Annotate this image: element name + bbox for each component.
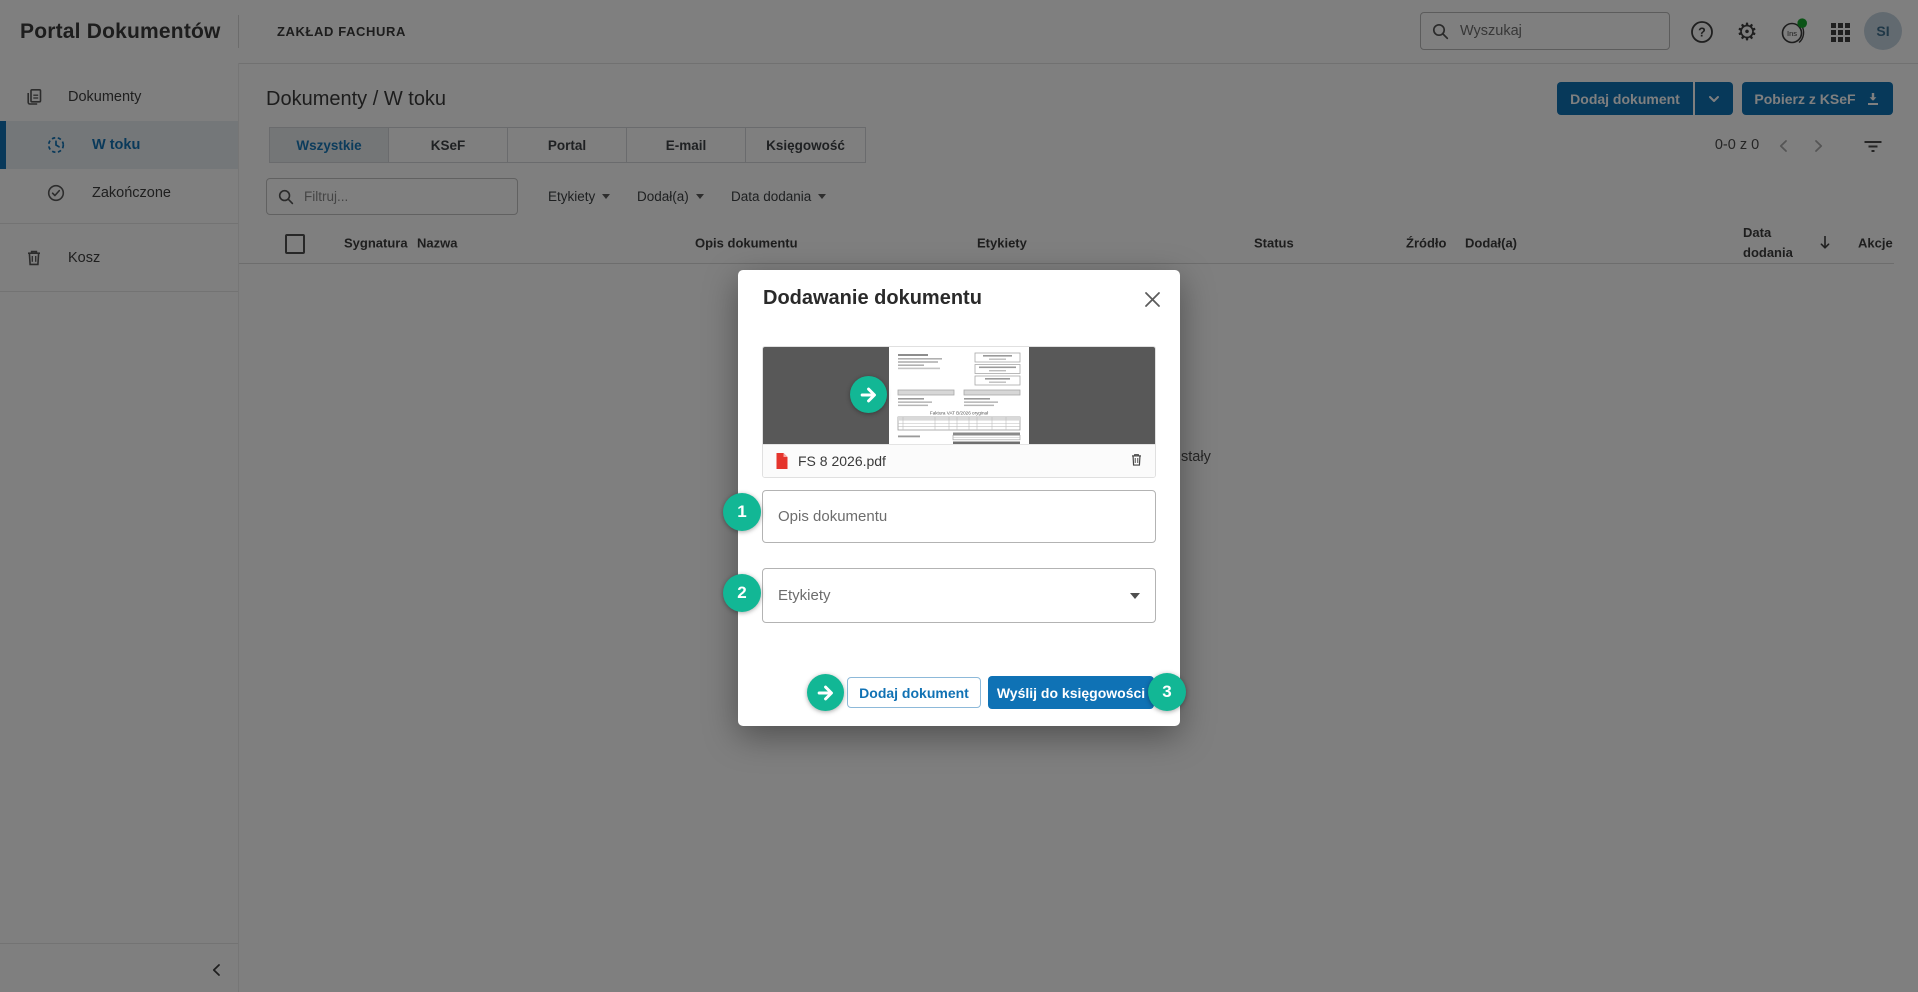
modal-title: Dodawanie dokumentu bbox=[763, 287, 982, 310]
document-preview: Faktura VAT B/2026 oryginał bbox=[762, 346, 1156, 478]
arrow-right-icon bbox=[815, 682, 837, 704]
close-icon bbox=[1144, 291, 1161, 308]
step-arrow-icon bbox=[807, 674, 844, 711]
file-row: FS 8 2026.pdf bbox=[763, 444, 1155, 477]
caret-down-icon bbox=[1130, 593, 1140, 599]
preview-canvas: Faktura VAT B/2026 oryginał bbox=[763, 347, 1155, 444]
file-name: FS 8 2026.pdf bbox=[798, 453, 1120, 469]
close-button[interactable] bbox=[1143, 290, 1161, 308]
labels-select[interactable]: Etykiety bbox=[762, 568, 1156, 623]
app-window: Portal Dokumentów ZAKŁAD FACHURA ? Ins bbox=[0, 0, 1918, 992]
arrow-right-icon bbox=[858, 384, 880, 406]
modal-add-document-button[interactable]: Dodaj dokument bbox=[847, 677, 981, 708]
delete-file-button[interactable] bbox=[1129, 451, 1144, 471]
pdf-icon bbox=[774, 452, 789, 470]
trash-icon bbox=[1129, 451, 1144, 468]
invoice-thumbnail: Faktura VAT B/2026 oryginał bbox=[889, 347, 1029, 444]
send-to-accounting-button[interactable]: Wyślij do księgowości bbox=[988, 676, 1154, 709]
add-document-modal: Dodawanie dokumentu bbox=[738, 270, 1180, 726]
step-badge-2: 2 bbox=[723, 574, 761, 612]
svg-text:Faktura VAT B/2026 oryginał: Faktura VAT B/2026 oryginał bbox=[930, 411, 988, 416]
description-input[interactable] bbox=[762, 490, 1156, 543]
step-badge-3: 3 bbox=[1148, 673, 1186, 711]
step-badge-1: 1 bbox=[723, 493, 761, 531]
step-arrow-icon bbox=[850, 376, 887, 413]
